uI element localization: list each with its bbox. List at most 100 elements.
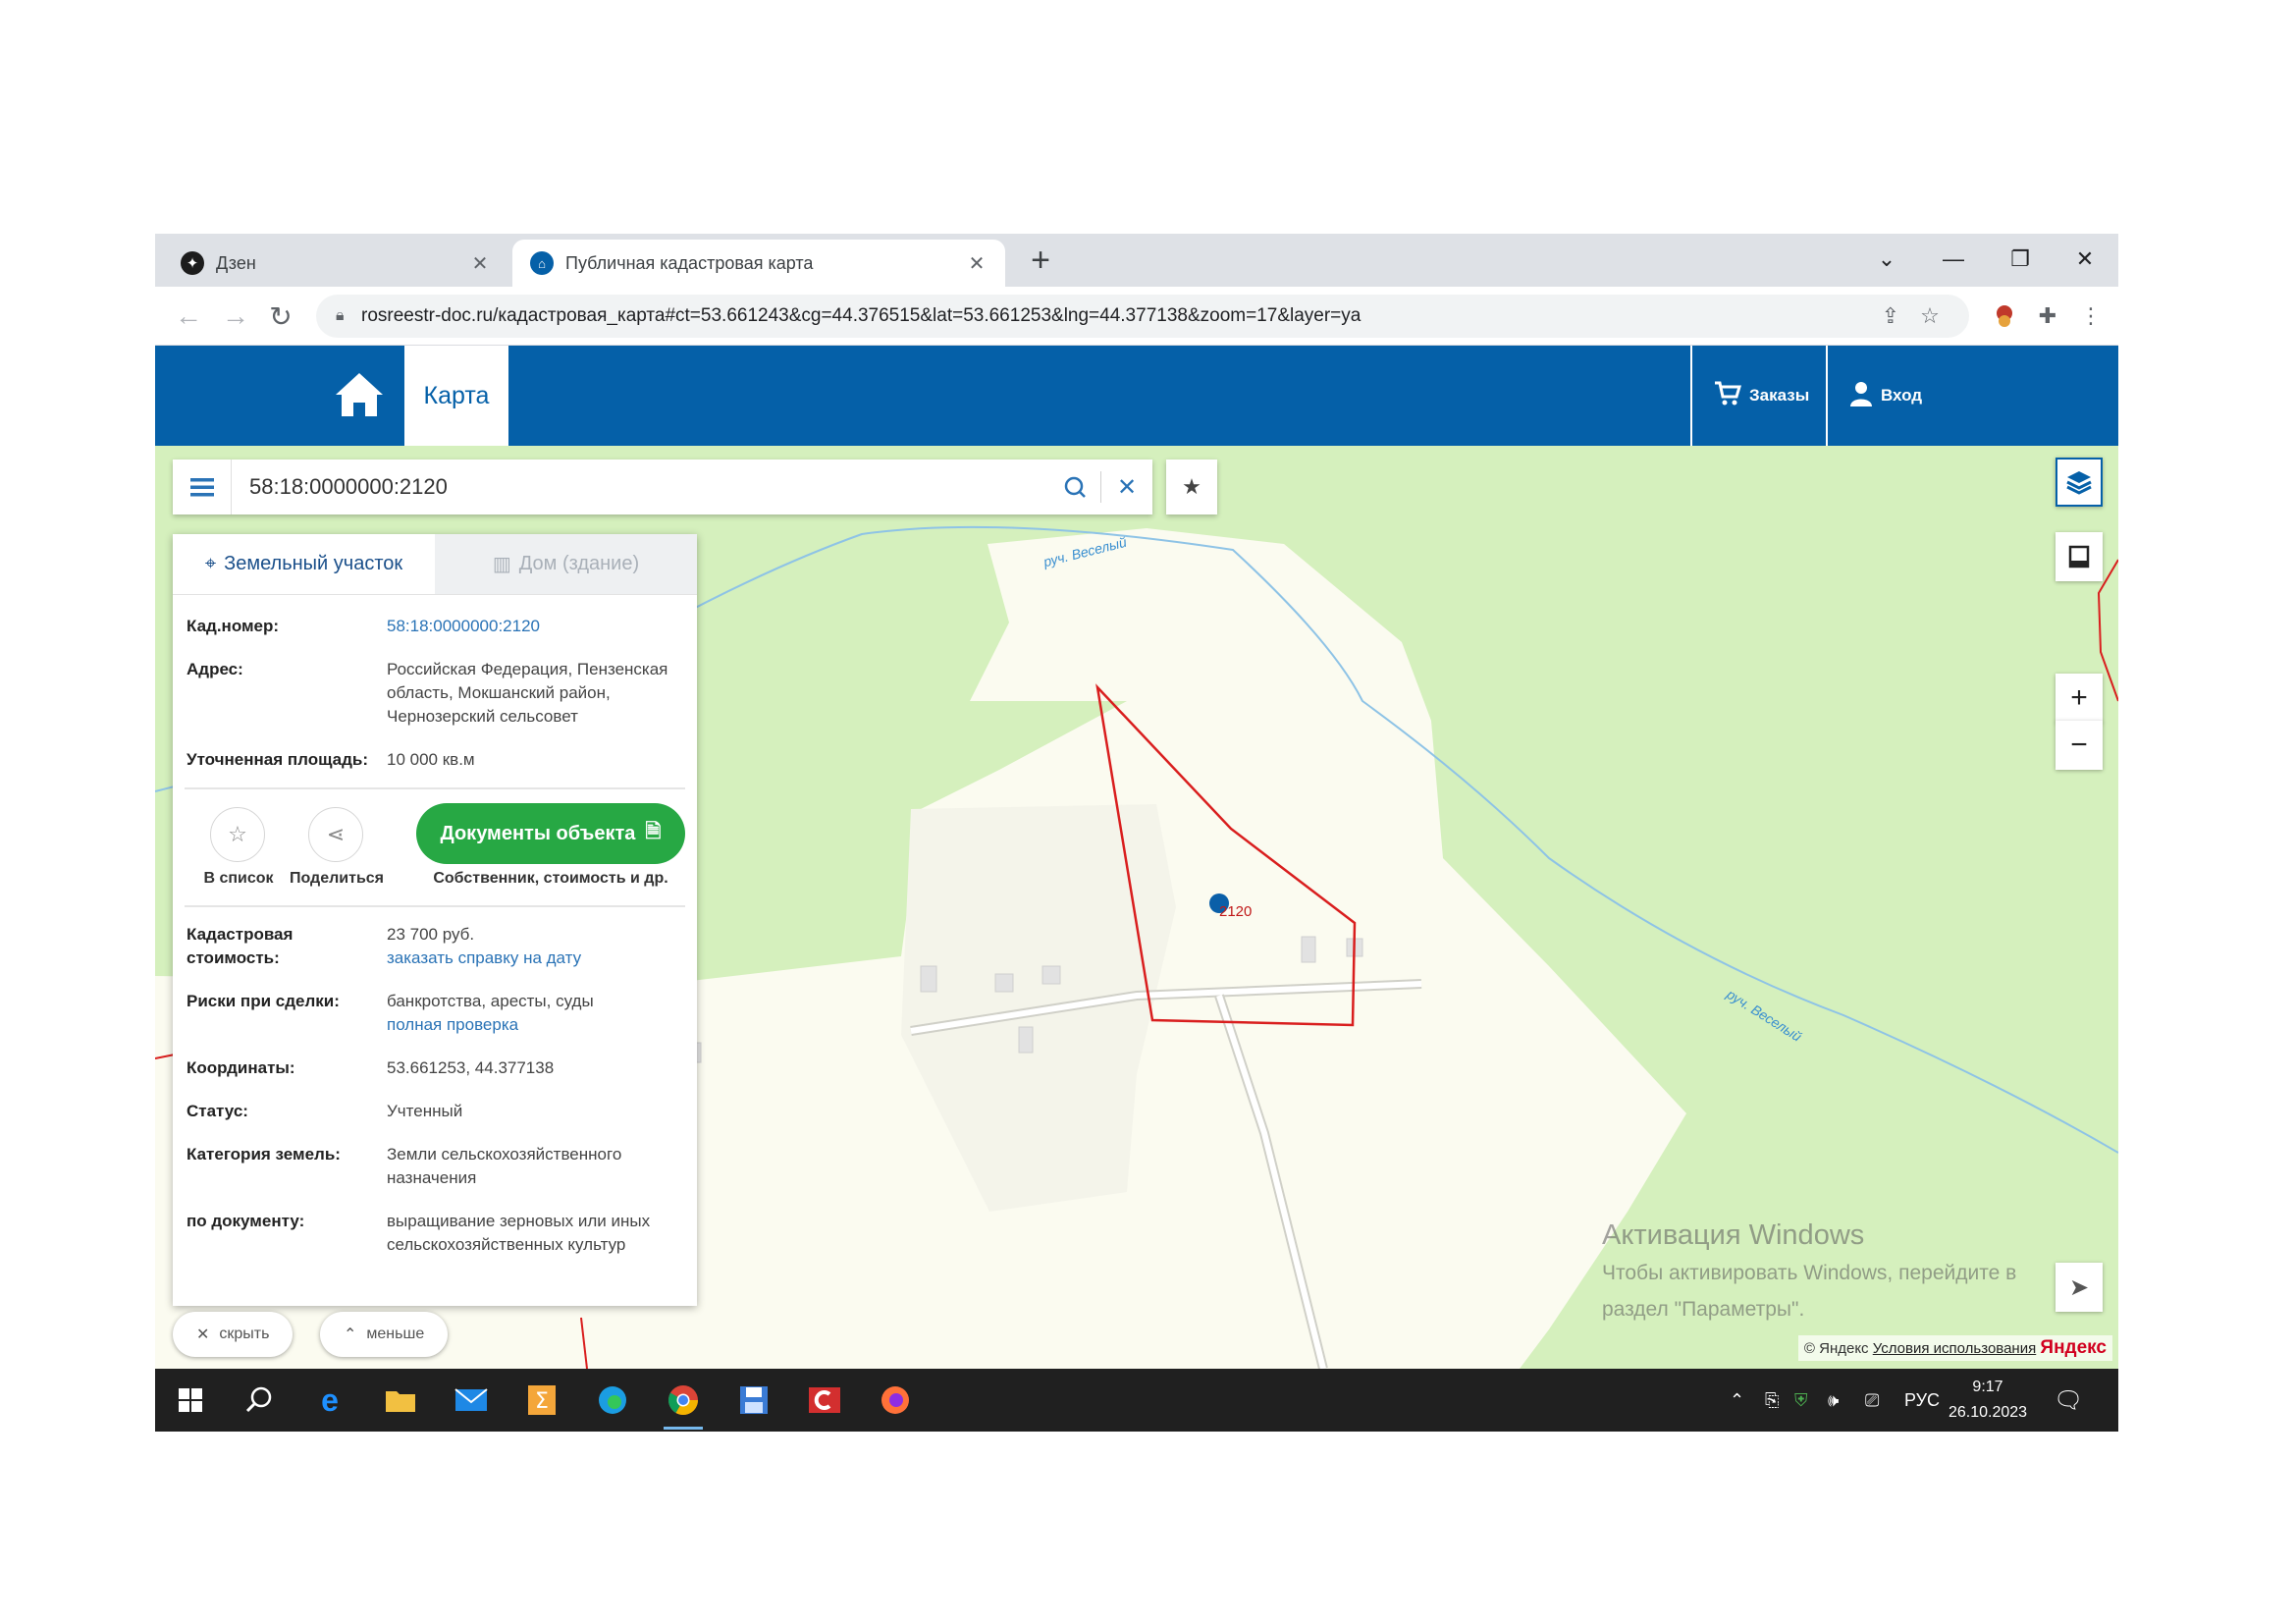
windows-start-icon[interactable] xyxy=(167,1377,214,1424)
volume-icon[interactable]: 🕪︎ xyxy=(1828,1369,1839,1432)
tab-land-plot[interactable]: ⌖ Земельный участок xyxy=(173,534,435,594)
ruler-icon[interactable] xyxy=(2056,532,2103,581)
screenshot-frame: ✦ Дзен ✕ ⌂ Публичная кадастровая карта ✕… xyxy=(155,234,2118,1432)
order-certificate-link[interactable]: заказать справку на дату xyxy=(387,947,685,970)
building-icon: ▥ xyxy=(492,554,511,575)
edge-icon[interactable] xyxy=(589,1377,636,1424)
bookmark-star-icon[interactable]: ☆ xyxy=(1910,303,1949,329)
firefox-icon[interactable] xyxy=(872,1377,919,1424)
row-label: Координаты: xyxy=(187,1058,295,1077)
tab-building[interactable]: ▥ Дом (здание) xyxy=(435,534,697,594)
tray-network-device-icon[interactable]: ⎘ xyxy=(1765,1369,1779,1432)
search-icon[interactable] xyxy=(236,1377,283,1424)
hide-panel-button[interactable]: ✕ скрыть xyxy=(173,1312,294,1357)
address-bar[interactable]: 🔒︎ rosreestr-doc.ru/кадастровая_карта#ct… xyxy=(316,295,1969,338)
window-close-icon[interactable]: ✕ xyxy=(2057,238,2112,281)
zoom-out-button[interactable]: − xyxy=(2056,721,2103,770)
search-icon[interactable] xyxy=(1049,460,1100,514)
share-page-icon[interactable]: ⇪ xyxy=(1871,303,1910,329)
tray-chevron-icon[interactable]: ⌃ xyxy=(1730,1369,1744,1432)
map-attribution: © Яндекс Условия использования Яндекс xyxy=(1797,1335,2112,1361)
row-value: Российская Федерация, Пензенская область… xyxy=(387,660,668,726)
map-view[interactable]: руч. Веселый руч. Веселый 2120 ✕ ★ + − ➤ xyxy=(155,446,2118,1369)
internet-explorer-icon[interactable]: e xyxy=(306,1377,353,1424)
dzen-icon: ✦ xyxy=(181,251,204,275)
document-icon: 🗎︎ xyxy=(645,821,662,842)
row-value: Земли сельскохозяйственного назначения xyxy=(387,1145,622,1187)
tab-search-icon[interactable]: ⌄ xyxy=(1859,238,1914,281)
tab-map[interactable]: Карта xyxy=(404,346,508,446)
menu-icon[interactable] xyxy=(173,460,232,514)
parcel-number-label: 2120 xyxy=(1219,903,1253,920)
favorites-star-icon[interactable]: ★ xyxy=(1166,460,1217,514)
chrome-icon[interactable] xyxy=(660,1377,707,1430)
search-input[interactable] xyxy=(232,474,1049,500)
full-check-link[interactable]: полная проверка xyxy=(387,1013,685,1037)
app-red-icon[interactable] xyxy=(801,1377,848,1424)
language-indicator[interactable]: РУС xyxy=(1904,1369,1940,1432)
watermark-title: Активация Windows xyxy=(1602,1219,1865,1251)
row-value: 53.661253, 44.377138 xyxy=(387,1058,555,1077)
tab-cadastral-map[interactable]: ⌂ Публичная кадастровая карта ✕ xyxy=(512,240,1005,287)
login-label: Вход xyxy=(1881,386,1923,405)
notifications-icon[interactable]: 🗨︎ xyxy=(2054,1369,2083,1432)
close-icon: ✕ xyxy=(196,1326,210,1343)
taskbar-clock[interactable]: 9:17 26.10.2023 xyxy=(1946,1375,2030,1426)
home-icon[interactable] xyxy=(332,369,387,420)
close-icon[interactable]: ✕ xyxy=(469,251,491,276)
network-icon[interactable]: ⎚ xyxy=(1865,1369,1879,1432)
browser-tab-strip: ✦ Дзен ✕ ⌂ Публичная кадастровая карта ✕… xyxy=(155,234,2118,287)
login-button[interactable]: Вход xyxy=(1826,346,2118,446)
browser-toolbar: ← → ↻ 🔒︎ rosreestr-doc.ru/кадастровая_ка… xyxy=(155,287,2118,346)
lock-icon: 🔒︎ xyxy=(336,307,345,324)
svg-text:Σ: Σ xyxy=(535,1389,549,1414)
row-label: Адрес: xyxy=(187,660,243,678)
cadastral-number-link[interactable]: 58:18:0000000:2120 xyxy=(387,615,685,638)
row-label: Уточненная площадь: xyxy=(187,750,368,769)
file-explorer-icon[interactable] xyxy=(377,1377,424,1424)
share-label: Поделиться xyxy=(289,870,385,887)
geolocation-icon[interactable]: ➤ xyxy=(2056,1263,2103,1312)
documents-label: Документы объекта xyxy=(440,822,636,844)
forward-icon[interactable]: → xyxy=(216,297,255,336)
extension-puzzle-icon[interactable]: ✚ xyxy=(2032,300,2063,332)
minimize-icon[interactable]: — xyxy=(1926,238,1981,281)
extension-icon[interactable] xyxy=(1989,300,2020,332)
layers-icon[interactable] xyxy=(2056,458,2103,507)
orders-label: Заказы xyxy=(1749,386,1810,405)
share-button[interactable]: ⋖ xyxy=(308,807,363,862)
row-label: Категория земель: xyxy=(187,1145,341,1164)
menu-dots-icon[interactable]: ⋮ xyxy=(2075,300,2107,332)
terms-link[interactable]: Условия использования xyxy=(1873,1340,2037,1357)
orders-button[interactable]: Заказы xyxy=(1690,346,1828,446)
row-area: Уточненная площадь: 10 000 кв.м xyxy=(185,738,685,782)
sum-app-icon[interactable]: Σ xyxy=(518,1377,565,1424)
row-label: Кадастровая стоимость: xyxy=(187,925,294,967)
documents-button[interactable]: Документы объекта 🗎︎ xyxy=(416,803,685,864)
documents-subtitle: Собственник, стоимость и др. xyxy=(433,870,668,887)
row-value: Учтенный xyxy=(387,1102,463,1120)
save-disk-icon[interactable] xyxy=(730,1377,777,1424)
row-label: Риски при сделки: xyxy=(187,992,340,1010)
panel-tabs: ⌖ Земельный участок ▥ Дом (здание) xyxy=(173,534,697,595)
new-tab-button[interactable]: + xyxy=(1019,242,1062,280)
close-icon[interactable]: ✕ xyxy=(966,251,988,276)
reload-icon[interactable]: ↻ xyxy=(261,297,300,336)
back-icon[interactable]: ← xyxy=(169,297,208,336)
chevron-up-icon: ⌃ xyxy=(344,1326,357,1343)
restore-icon[interactable]: ❐ xyxy=(1993,238,2048,281)
show-less-button[interactable]: ⌃ меньше xyxy=(320,1312,449,1357)
clear-icon[interactable]: ✕ xyxy=(1101,460,1152,514)
zoom-in-button[interactable]: + xyxy=(2056,674,2103,723)
row-cadastral-number: Кад.номер: 58:18:0000000:2120 xyxy=(185,605,685,648)
copyright-text: © Яндекс xyxy=(1803,1340,1869,1357)
site-header: Карта Заказы Вход xyxy=(155,346,2118,446)
tray-security-icon[interactable]: ⛨ xyxy=(1794,1369,1808,1432)
row-value: 10 000 кв.м xyxy=(387,750,475,769)
mail-icon[interactable] xyxy=(448,1377,495,1424)
yandex-logo: Яндекс xyxy=(2040,1337,2107,1358)
add-to-list-button[interactable]: ☆ xyxy=(210,807,265,862)
row-cadastral-value: Кадастровая стоимость: 23 700 руб. заказ… xyxy=(185,913,685,980)
row-label: Кад.номер: xyxy=(187,617,280,635)
tab-dzen[interactable]: ✦ Дзен ✕ xyxy=(163,240,508,287)
